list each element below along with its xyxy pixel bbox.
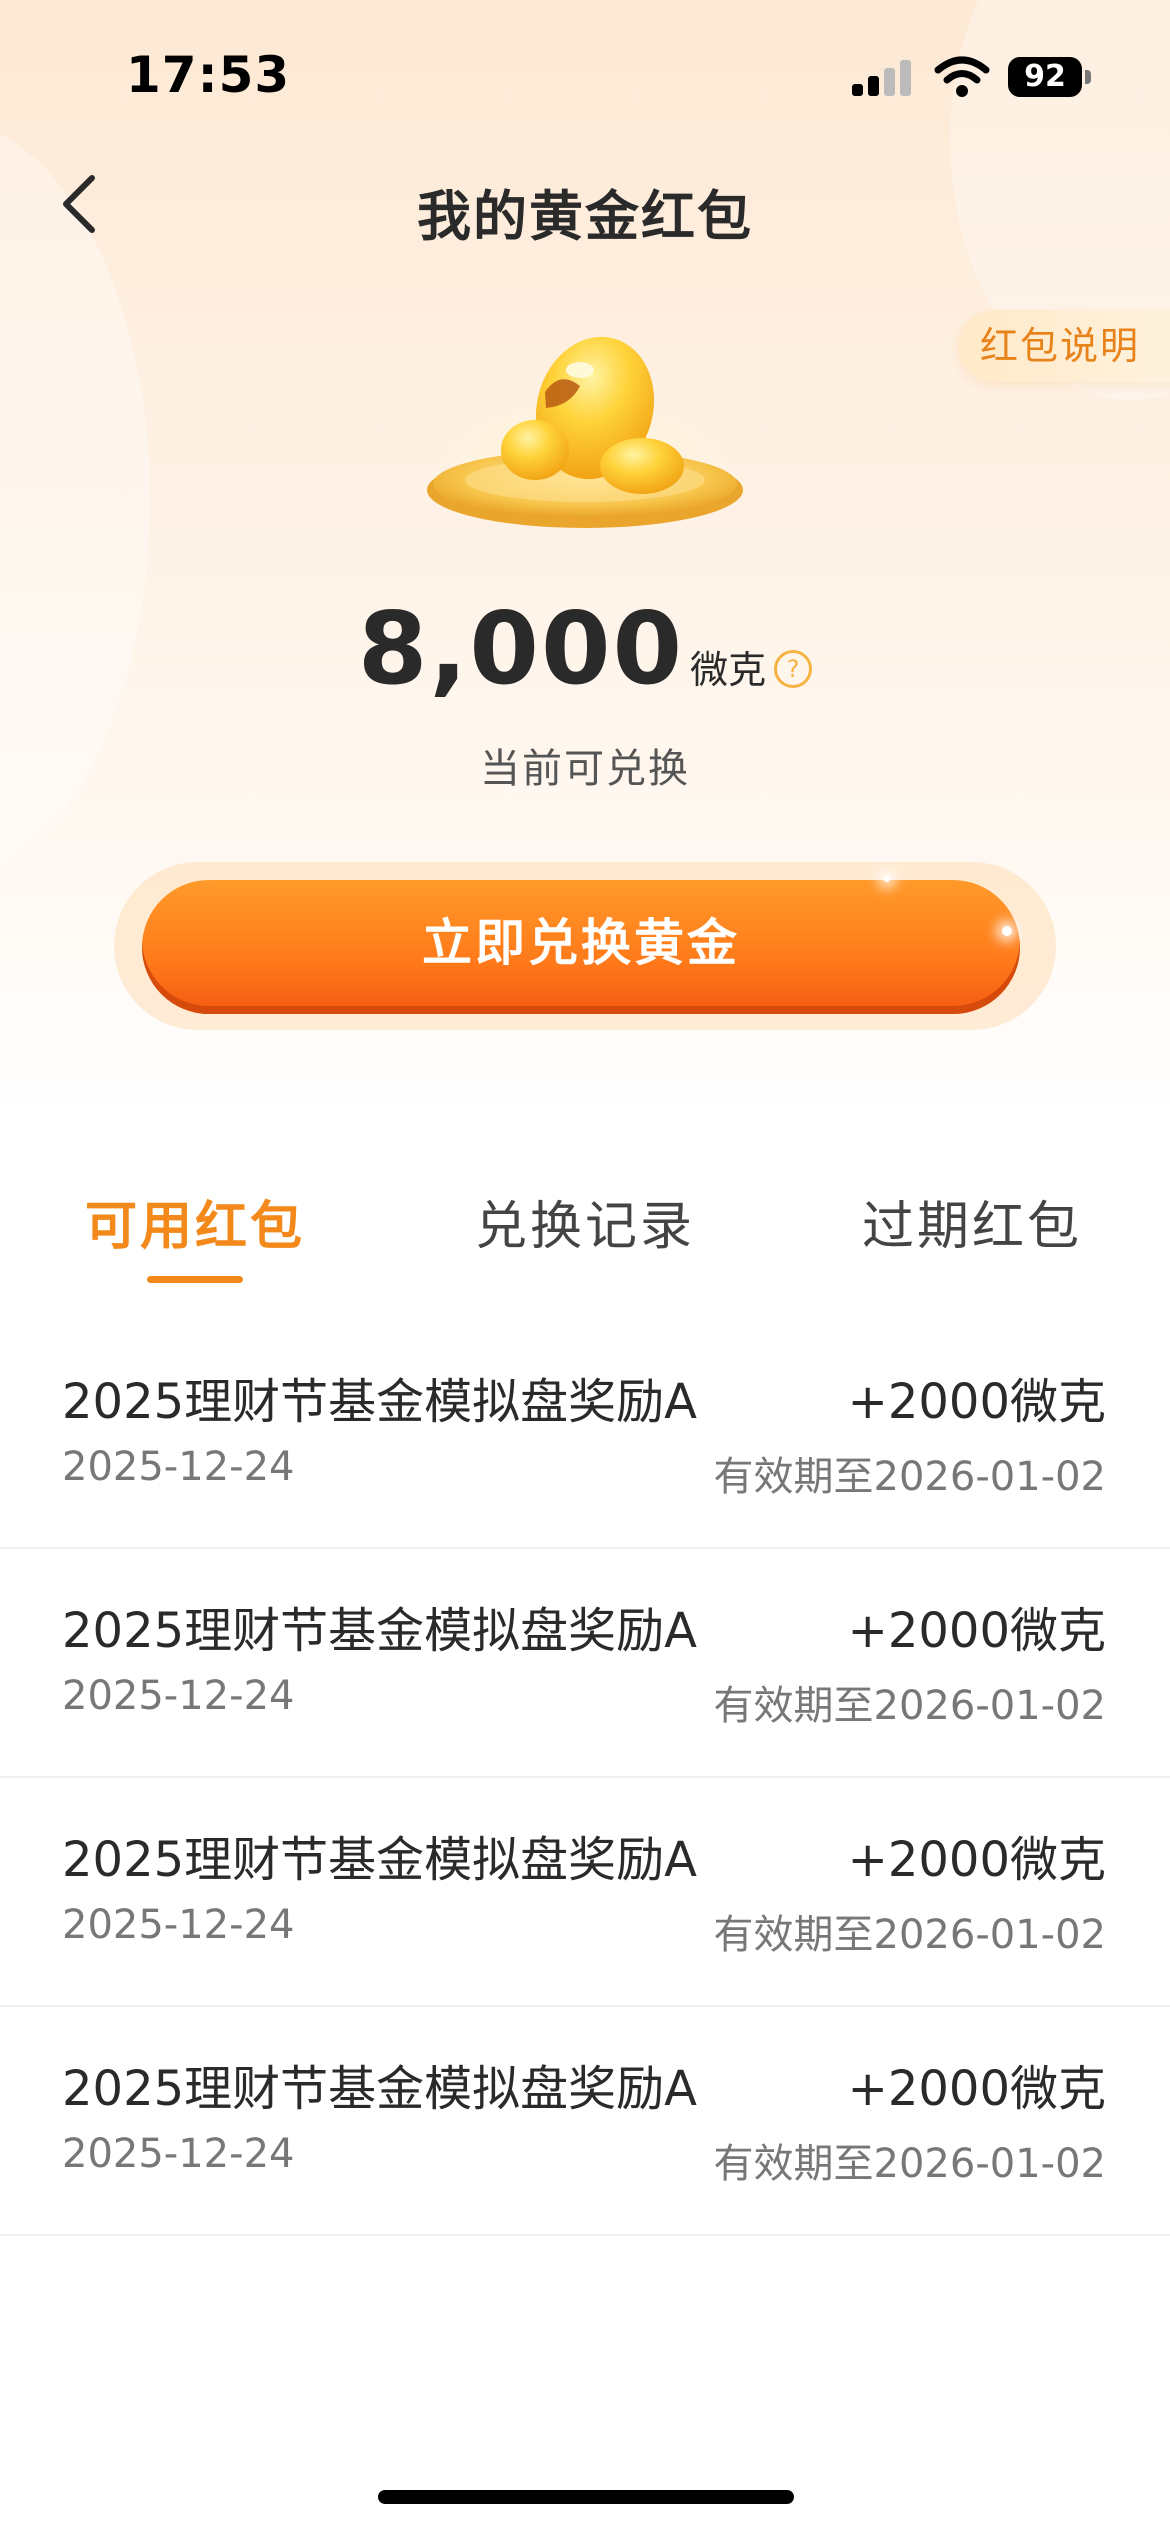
redeem-button-glow: 立即兑换黄金 (114, 862, 1056, 1030)
rules-link[interactable]: 红包说明 (958, 310, 1170, 382)
balance-amount: 8,000 (357, 590, 685, 707)
balance-amount-row: 8,000 微克? (0, 590, 1170, 707)
tab-available[interactable]: 可用红包 (15, 1184, 375, 1259)
packet-amount: +2000微克 (847, 1603, 1106, 1659)
list-item[interactable]: 2025理财节基金模拟盘奖励A +2000微克 2025-12-24 有效期至2… (0, 1778, 1170, 2007)
status-time: 17:53 (126, 46, 291, 104)
packet-amount: +2000微克 (847, 2061, 1106, 2117)
tab-expired[interactable]: 过期红包 (792, 1184, 1152, 1259)
packet-date: 2025-12-24 (62, 2131, 295, 2177)
packet-amount: +2000微克 (847, 1374, 1106, 1430)
packet-list: 2025理财节基金模拟盘奖励A +2000微克 2025-12-24 有效期至2… (0, 1320, 1170, 2236)
balance-caption: 当前可兑换 (480, 746, 690, 792)
battery-icon: 92 (1008, 57, 1092, 97)
redeem-gold-button[interactable]: 立即兑换黄金 (142, 880, 1020, 1014)
cellular-signal-icon (852, 60, 914, 96)
status-bar: 17:53 92 (0, 0, 1170, 150)
packet-name: 2025理财节基金模拟盘奖励A (62, 1832, 697, 1888)
list-item[interactable]: 2025理财节基金模拟盘奖励A +2000微克 2025-12-24 有效期至2… (0, 2007, 1170, 2236)
packet-date: 2025-12-24 (62, 1902, 295, 1948)
sparkle-decoration (884, 876, 890, 882)
list-item[interactable]: 2025理财节基金模拟盘奖励A +2000微克 2025-12-24 有效期至2… (0, 1320, 1170, 1549)
sparkle-decoration (1002, 926, 1012, 936)
packet-expiry: 有效期至2026-01-02 (713, 1912, 1106, 1958)
tab-bar: 可用红包 兑换记录 过期红包 (0, 1170, 1170, 1290)
page-title: 我的黄金红包 (417, 185, 753, 248)
packet-expiry: 有效期至2026-01-02 (713, 1683, 1106, 1729)
list-item[interactable]: 2025理财节基金模拟盘奖励A +2000微克 2025-12-24 有效期至2… (0, 1549, 1170, 1778)
home-indicator[interactable] (378, 2490, 794, 2504)
packet-name: 2025理财节基金模拟盘奖励A (62, 1603, 697, 1659)
packet-date: 2025-12-24 (62, 1673, 295, 1719)
tab-active-indicator (147, 1276, 243, 1283)
tab-history[interactable]: 兑换记录 (405, 1184, 765, 1259)
packet-name: 2025理财节基金模拟盘奖励A (62, 1374, 697, 1430)
wifi-icon (934, 56, 990, 97)
balance-unit: 微克 (690, 648, 767, 692)
packet-date: 2025-12-24 (62, 1444, 295, 1490)
packet-name: 2025理财节基金模拟盘奖励A (62, 2061, 697, 2117)
packet-amount: +2000微克 (847, 1832, 1106, 1888)
packet-expiry: 有效期至2026-01-02 (713, 1454, 1106, 1500)
packet-expiry: 有效期至2026-01-02 (713, 2141, 1106, 2187)
battery-level: 92 (1008, 57, 1082, 97)
question-circle-icon[interactable]: ? (774, 650, 813, 688)
gold-beans-icon (427, 336, 743, 530)
